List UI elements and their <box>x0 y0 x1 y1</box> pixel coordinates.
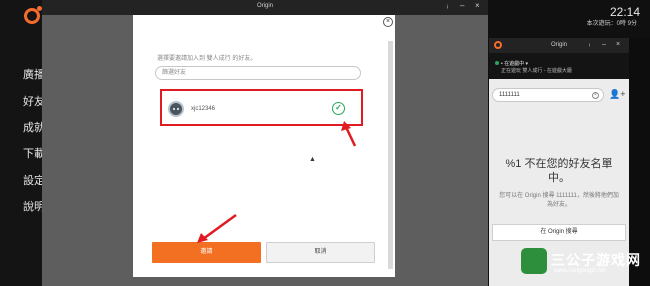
arrow-to-friend <box>341 121 357 147</box>
close-window-icon[interactable]: × <box>616 41 620 48</box>
status-subtitle: 正在遊玩 雙人成行 - 在遊戲大廳 <box>501 68 572 74</box>
friends-titlebar: Origin ᵢ ‒ × <box>489 38 629 53</box>
origin-search-button[interactable]: 在 Origin 搜尋 <box>492 224 626 241</box>
watermark: 三公子游戏网 www.sangongzi.net <box>521 246 650 286</box>
friends-panel-title: Origin <box>550 42 567 48</box>
search-hint: 您可以在 Origin 搜尋 1111111，然後將他們加為好友。 <box>499 193 619 208</box>
online-status-icon <box>495 61 499 65</box>
watermark-name: 三公子游戏网 <box>551 252 641 268</box>
status-title: • 在遊戲中 ▾ <box>501 61 529 67</box>
watermark-url: www.sangongzi.net <box>554 268 606 274</box>
arrow-to-invite <box>197 213 237 243</box>
friend-search-input[interactable]: 1111111 × <box>492 88 604 102</box>
clear-icon[interactable]: × <box>592 92 599 99</box>
android-logo-icon <box>521 248 547 274</box>
search-value: 1111111 <box>499 92 520 98</box>
add-friend-icon[interactable]: 👤+ <box>609 89 625 100</box>
not-friend-message: %1 不在您的好友名單中。 <box>505 158 613 184</box>
play-time: 本次遊玩：0時 9分 <box>586 21 637 27</box>
user-status[interactable]: • 在遊戲中 ▾ 正在遊玩 雙人成行 - 在遊戲大廳 <box>489 53 629 79</box>
info-icon[interactable]: ᵢ <box>589 41 590 48</box>
minimize-icon[interactable]: ‒ <box>602 41 606 48</box>
clock: 22:14 <box>609 5 640 19</box>
